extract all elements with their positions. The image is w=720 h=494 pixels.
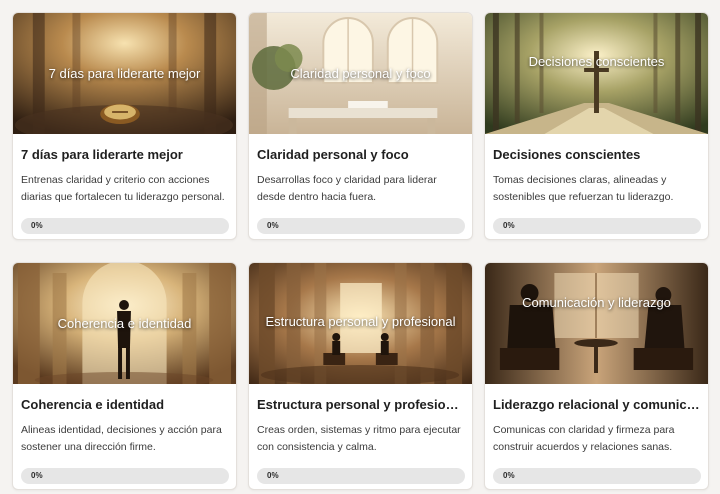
- image-overlay-title: 7 días para liderarte mejor: [48, 66, 201, 81]
- course-card[interactable]: Coherencia e identidad Coherencia e iden…: [12, 262, 237, 490]
- progress-bar: 0%: [21, 218, 229, 234]
- course-image-hall-figure: Coherencia e identidad: [13, 263, 236, 384]
- image-overlay-title: Estructura personal y profesional: [265, 314, 456, 329]
- progress-bar: 0%: [257, 218, 465, 234]
- course-title[interactable]: Claridad personal y foco: [257, 147, 464, 162]
- image-overlay-title: Coherencia e identidad: [57, 316, 192, 331]
- progress-label: 0%: [503, 471, 515, 480]
- course-card[interactable]: Claridad personal y foco Claridad person…: [248, 12, 473, 240]
- course-description: Desarrollas foco y claridad para liderar…: [257, 174, 437, 203]
- course-description: Creas orden, sistemas y ritmo para ejecu…: [257, 424, 461, 453]
- course-description: Entrenas claridad y criterio con accione…: [21, 174, 225, 203]
- course-card[interactable]: Comunicación y liderazgo Liderazgo relac…: [484, 262, 709, 490]
- course-card[interactable]: Decisiones conscientes Decisiones consci…: [484, 12, 709, 240]
- progress-label: 0%: [267, 471, 279, 480]
- course-title[interactable]: Coherencia e identidad: [21, 397, 228, 412]
- course-image-compass: 7 días para liderarte mejor: [13, 13, 236, 134]
- course-title[interactable]: Estructura personal y profesional: [257, 397, 464, 412]
- course-image-conversation: Comunicación y liderazgo: [485, 263, 708, 384]
- image-overlay-title: Claridad personal y foco: [290, 66, 431, 81]
- course-description: Comunicas con claridad y firmeza para co…: [493, 424, 675, 453]
- course-grid: 7 días para liderarte mejor 7 días para …: [12, 12, 709, 490]
- progress-bar: 0%: [257, 468, 465, 484]
- progress-bar: 0%: [493, 468, 701, 484]
- progress-label: 0%: [31, 471, 43, 480]
- course-image-workspace: Claridad personal y foco: [249, 13, 472, 134]
- course-title[interactable]: Decisiones conscientes: [493, 147, 700, 162]
- course-description: Tomas decisiones claras, alineadas y sos…: [493, 174, 674, 203]
- course-image-forest-crossroads: Decisiones conscientes: [485, 13, 708, 134]
- image-overlay-title: Comunicación y liderazgo: [522, 295, 671, 310]
- course-description: Alineas identidad, decisiones y acción p…: [21, 424, 222, 453]
- course-image-columns-meeting: Estructura personal y profesional: [249, 263, 472, 384]
- image-overlay-title: Decisiones conscientes: [528, 54, 665, 69]
- course-card[interactable]: 7 días para liderarte mejor 7 días para …: [12, 12, 237, 240]
- course-title[interactable]: Liderazgo relacional y comunicaci...: [493, 397, 700, 412]
- progress-bar: 0%: [21, 468, 229, 484]
- progress-bar: 0%: [493, 218, 701, 234]
- course-title[interactable]: 7 días para liderarte mejor: [21, 147, 228, 162]
- progress-label: 0%: [503, 221, 515, 230]
- progress-label: 0%: [267, 221, 279, 230]
- course-card[interactable]: Estructura personal y profesional Estruc…: [248, 262, 473, 490]
- progress-label: 0%: [31, 221, 43, 230]
